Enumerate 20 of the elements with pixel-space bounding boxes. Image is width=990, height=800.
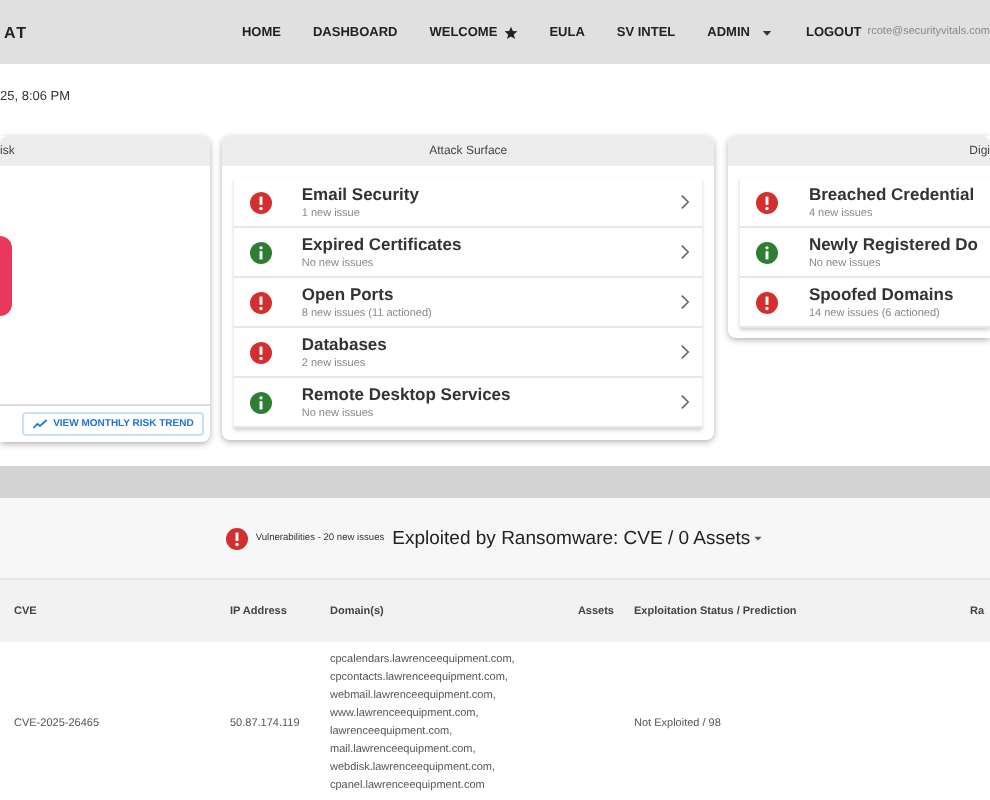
issue-title: Databases — [301, 334, 389, 354]
issue-title: Spoofed Domains — [808, 284, 956, 304]
issue-title: Expired Certificates — [301, 234, 464, 254]
chevron-right-icon — [680, 244, 691, 260]
vulnerability-heading[interactable]: Exploited by Ransomware: CVE / 0 Assets — [392, 527, 751, 549]
brand-logo: AT — [4, 23, 29, 41]
caret-icon[interactable] — [752, 532, 765, 544]
caret-icon — [759, 25, 774, 39]
issue-title: Open Ports — [301, 284, 396, 304]
chevron-right-icon — [680, 394, 691, 410]
chevron-right-icon — [680, 294, 691, 310]
issue-title: Newly Registered Do — [808, 234, 978, 254]
chevron-right-icon — [680, 344, 691, 360]
issue-title: Remote Desktop Services — [301, 384, 513, 404]
chevron-right-icon — [680, 194, 691, 210]
issue-title: Email Security — [301, 184, 421, 204]
star-icon — [503, 25, 518, 39]
risk-gauge-drawing — [0, 235, 12, 315]
issue-title: Breached Credential — [808, 184, 977, 204]
trend-line-icon — [31, 418, 48, 430]
